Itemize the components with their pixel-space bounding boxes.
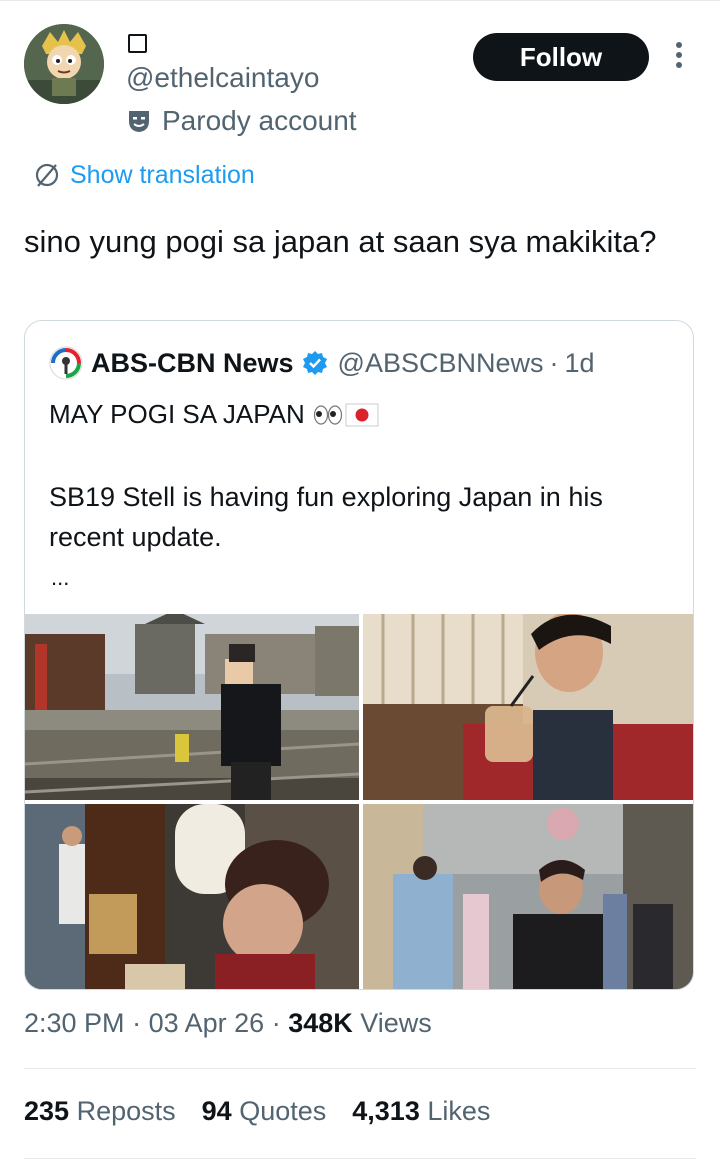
display-name-square-icon[interactable] bbox=[126, 32, 148, 54]
author-handle[interactable]: @ethelcaintayo bbox=[126, 62, 319, 94]
quoted-time-ago[interactable]: 1d bbox=[565, 348, 595, 379]
parody-label: Parody account bbox=[162, 105, 357, 136]
meta-separator-2: · bbox=[271, 1008, 289, 1038]
tweet-date[interactable]: 03 Apr 26 bbox=[149, 1008, 265, 1038]
photo-grid bbox=[25, 614, 693, 989]
quoted-truncation[interactable]: ... bbox=[51, 565, 69, 591]
tweet-meta: 2:30 PM · 03 Apr 26 · 348K Views bbox=[24, 1008, 432, 1039]
quoted-source-handle[interactable]: @ABSCBNNews bbox=[338, 348, 544, 379]
photo-drinking-coffee[interactable] bbox=[363, 614, 693, 800]
views-label: Views bbox=[360, 1008, 432, 1038]
parody-badge: Parody account bbox=[126, 104, 357, 138]
quotes-stat[interactable]: 94 Quotes bbox=[202, 1096, 327, 1127]
quoted-tweet-card[interactable]: ABS-CBN News @ABSCBNNews · 1d MAY POGI S… bbox=[24, 320, 694, 990]
globe-slash-icon bbox=[35, 163, 59, 187]
meta-divider bbox=[24, 1068, 696, 1069]
views-count: 348K bbox=[288, 1008, 353, 1038]
abs-cbn-logo-icon bbox=[49, 346, 83, 380]
photo-kimono-street[interactable] bbox=[363, 804, 693, 989]
show-translation-label: Show translation bbox=[70, 160, 255, 189]
top-divider bbox=[0, 0, 720, 1]
likes-count: 4,313 bbox=[352, 1096, 420, 1126]
reposts-label: Reposts bbox=[76, 1096, 176, 1126]
show-translation-link[interactable]: Show translation bbox=[34, 158, 255, 192]
photo-train-platform[interactable] bbox=[25, 614, 359, 800]
quotes-count: 94 bbox=[201, 1096, 232, 1126]
quoted-headline: MAY POGI SA JAPAN bbox=[49, 399, 379, 430]
avatar[interactable] bbox=[24, 24, 104, 104]
header-separator: · bbox=[549, 347, 559, 378]
quoted-tweet-header: ABS-CBN News @ABSCBNNews · 1d bbox=[49, 345, 595, 381]
engagement-stats: 235 Reposts 94 Quotes 4,313 Likes bbox=[24, 1096, 516, 1127]
quoted-body: SB19 Stell is having fun exploring Japan… bbox=[49, 482, 603, 552]
stats-divider bbox=[24, 1158, 696, 1159]
meta-separator-1: · bbox=[132, 1008, 149, 1038]
theater-mask-icon bbox=[129, 111, 149, 132]
verified-badge-icon bbox=[302, 351, 327, 375]
likes-label: Likes bbox=[427, 1096, 491, 1126]
avatar-image bbox=[24, 24, 104, 104]
quoted-headline-text: MAY POGI SA JAPAN bbox=[49, 399, 305, 429]
quoted-source-name[interactable]: ABS-CBN News bbox=[91, 348, 294, 379]
japan-flag-icon bbox=[345, 403, 379, 426]
likes-stat[interactable]: 4,313 Likes bbox=[352, 1096, 490, 1127]
reposts-count: 235 bbox=[24, 1096, 70, 1126]
quotes-label: Quotes bbox=[239, 1096, 327, 1126]
tweet-text: sino yung pogi sa japan at saan sya maki… bbox=[24, 224, 657, 259]
emoji-group bbox=[313, 403, 379, 427]
follow-button[interactable]: Follow bbox=[473, 33, 649, 81]
photo-street-food-stall[interactable] bbox=[25, 804, 359, 989]
tweet-time[interactable]: 2:30 PM bbox=[24, 1008, 125, 1038]
more-options-icon[interactable] bbox=[668, 38, 690, 78]
reposts-stat[interactable]: 235 Reposts bbox=[24, 1096, 176, 1127]
eyes-emoji-icon bbox=[313, 404, 342, 425]
